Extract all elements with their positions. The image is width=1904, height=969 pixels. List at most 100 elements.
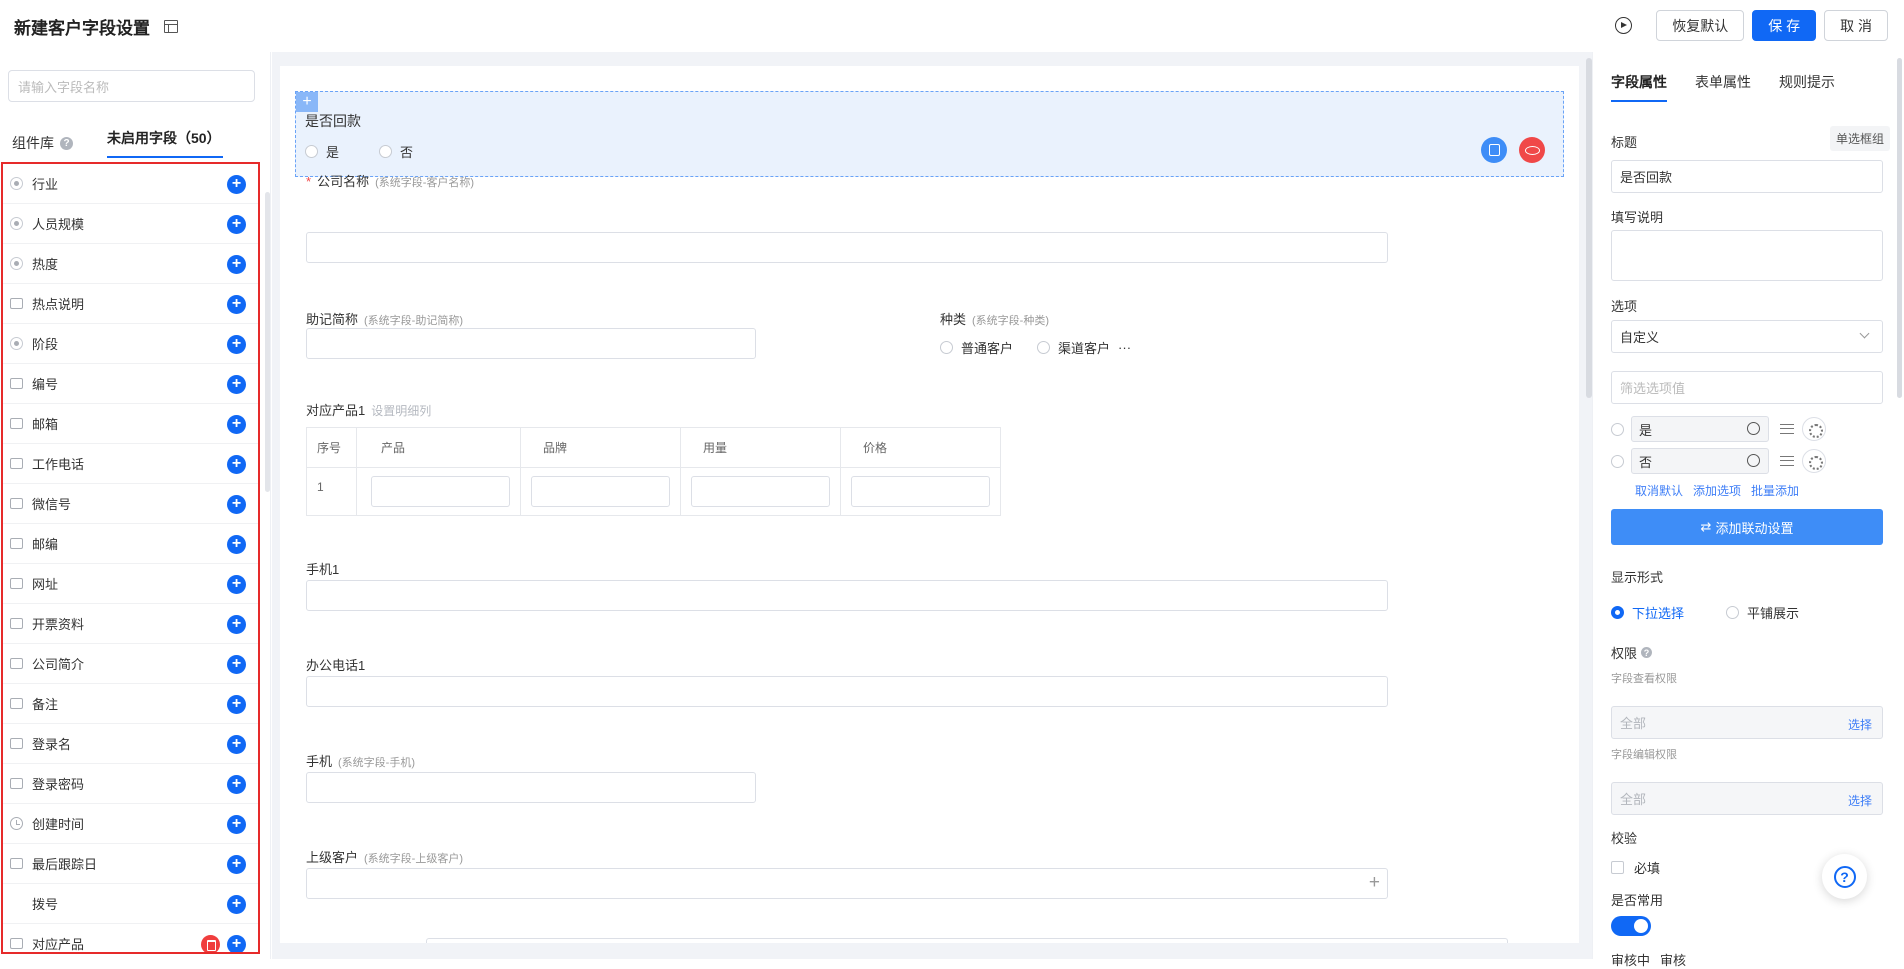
radio-option[interactable]: 普通客户 [940,338,1013,357]
batch-add-link[interactable]: 批量添加 [1751,482,1799,499]
brand-cell-input[interactable] [531,476,670,507]
gear-icon[interactable] [1802,449,1826,473]
radio-circle[interactable] [1037,341,1051,354]
radio-circle[interactable] [940,341,953,354]
restore-default-button[interactable]: 恢复默认 [1656,10,1745,41]
add-icon[interactable]: + [227,935,246,952]
palette-icon[interactable] [1747,422,1760,435]
help-button[interactable]: ? [1822,854,1867,899]
office-phone1-input[interactable] [306,676,1388,707]
add-icon[interactable]: + [227,655,246,674]
add-icon[interactable]: + [227,495,246,514]
add-icon[interactable]: + [227,775,246,794]
add-icon[interactable]: + [227,575,246,594]
list-item[interactable]: 编号 + [3,364,258,404]
add-icon[interactable]: + [227,215,246,234]
drag-handle-icon[interactable]: + [296,92,318,112]
list-item[interactable]: 创建时间 + [3,804,258,844]
more-icon[interactable]: ··· [1118,340,1131,355]
add-icon[interactable]: + [227,175,246,194]
display-option-label[interactable]: 下拉选择 [1632,603,1684,622]
radio-checked[interactable] [1611,606,1624,619]
field-search-input[interactable]: 请输入字段名称 [8,70,255,102]
list-item[interactable]: 人员规模 + [3,204,258,244]
list-item[interactable]: 公司简介 + [3,644,258,684]
filter-option-input[interactable]: 筛选选项值 [1611,371,1883,404]
cancel-button[interactable]: 取 消 [1824,10,1888,41]
product-cell-input[interactable] [371,476,510,507]
mobile-input[interactable] [306,772,756,803]
list-item[interactable]: 网址 + [3,564,258,604]
radio-option[interactable]: 否 [379,142,413,161]
mobile1-input[interactable] [306,580,1388,611]
tab-disabled-fields[interactable]: 未启用字段（50） [107,128,223,158]
layout-icon[interactable] [164,19,178,33]
tab-form-properties[interactable]: 表单属性 [1695,72,1751,102]
display-option-label[interactable]: 平铺展示 [1747,603,1799,622]
radio-circle[interactable] [305,145,318,158]
list-item[interactable]: 登录名 + [3,724,258,764]
options-select[interactable]: 自定义 [1611,320,1883,353]
add-icon[interactable]: + [227,295,246,314]
save-button[interactable]: 保 存 [1752,10,1817,41]
list-item[interactable]: 登录密码 + [3,764,258,804]
add-icon[interactable]: + [227,695,246,714]
eye-icon[interactable] [1519,137,1545,163]
set-detail-columns-link[interactable]: 设置明细列 [371,404,431,418]
usage-cell-input[interactable] [691,476,830,507]
add-icon[interactable]: + [227,415,246,434]
right-scrollbar[interactable] [1897,58,1902,398]
edit-permission-select-link[interactable]: 选择 [1848,792,1872,809]
tab-rule-hints[interactable]: 规则提示 [1779,72,1835,102]
list-item[interactable]: 最后跟踪日 + [3,844,258,884]
list-item[interactable]: 工作电话 + [3,444,258,484]
option-value-input[interactable]: 是 [1631,416,1769,442]
required-checkbox[interactable] [1611,861,1624,874]
play-preview-icon[interactable] [1615,17,1633,34]
alias-input[interactable] [306,328,756,359]
view-permission-input[interactable]: 全部 选择 [1611,706,1883,739]
option-value-input[interactable]: 否 [1631,448,1769,474]
company-name-input[interactable] [306,232,1388,263]
copy-icon[interactable] [1481,137,1507,163]
list-item[interactable]: 对应产品 + [3,924,258,952]
add-icon[interactable]: + [227,735,246,754]
default-radio[interactable] [1611,454,1624,468]
add-icon[interactable]: + [227,535,246,554]
edit-permission-input[interactable]: 全部 选择 [1611,782,1883,815]
add-icon[interactable]: + [227,335,246,354]
delete-icon[interactable] [201,935,220,952]
title-input[interactable]: 是否回款 [1611,160,1883,193]
radio-option[interactable]: 渠道客户 [1037,338,1110,357]
description-textarea[interactable] [1611,230,1883,281]
selected-field-block[interactable]: + 是否回款 是 否 [295,91,1564,177]
drag-menu-icon[interactable] [1780,456,1794,466]
left-scrollbar[interactable] [265,192,270,492]
list-item[interactable]: 微信号 + [3,484,258,524]
tab-component-library[interactable]: 组件库 ? [12,128,73,158]
list-item[interactable]: 热点说明 + [3,284,258,324]
add-icon[interactable]: + [227,815,246,834]
required-checkbox-row[interactable]: 必填 [1611,858,1660,877]
list-item[interactable]: 备注 + [3,684,258,724]
list-item[interactable]: 邮箱 + [3,404,258,444]
gear-icon[interactable] [1802,417,1826,441]
palette-icon[interactable] [1747,454,1760,467]
add-icon[interactable]: + [227,855,246,874]
tab-field-properties[interactable]: 字段属性 [1611,72,1667,102]
list-item[interactable]: 热度 + [3,244,258,284]
list-item[interactable]: 开票资料 + [3,604,258,644]
common-toggle[interactable] [1611,916,1651,936]
add-icon[interactable]: + [227,255,246,274]
add-icon[interactable]: + [227,615,246,634]
list-item[interactable]: 邮编 + [3,524,258,564]
parent-customer-input[interactable]: + [306,868,1388,899]
question-icon[interactable]: ? [1641,647,1653,658]
list-item[interactable]: 阶段 + [3,324,258,364]
add-option-link[interactable]: 添加选项 [1693,482,1741,499]
list-item[interactable]: 行业 + [3,164,258,204]
add-icon[interactable]: + [227,895,246,914]
view-permission-select-link[interactable]: 选择 [1848,716,1872,733]
cancel-default-link[interactable]: 取消默认 [1635,482,1683,499]
next-field-input[interactable] [426,938,1508,943]
